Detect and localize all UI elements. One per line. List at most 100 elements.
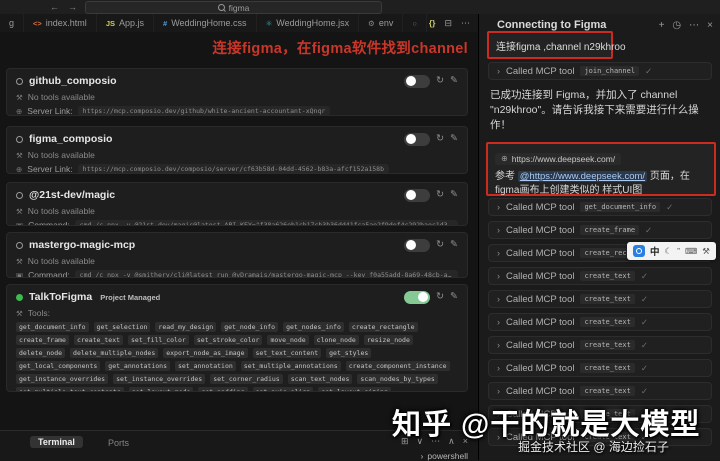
new-chat-icon[interactable]: + (659, 20, 665, 31)
braces-icon[interactable]: {} (429, 18, 436, 28)
tab-weddinghome-css[interactable]: # WeddingHome.css (154, 14, 257, 32)
edit-icon[interactable]: ✎ (450, 76, 458, 86)
tool-chip[interactable]: clone_node (313, 335, 359, 345)
server-link-url[interactable]: https://mcp.composio.dev/github/white-an… (77, 106, 331, 115)
assistant-reply: 已成功连接到 Figma，并加入了 channel "n29khroo"。请告诉… (490, 89, 699, 131)
tool-chip[interactable]: get_nodes_info (283, 322, 344, 332)
mcp-tool-call-row[interactable]: › Called MCP tool create_text ✓ (488, 336, 712, 354)
tab-index-html[interactable]: <> index.html (24, 14, 97, 32)
tool-name-chip: create_frame (580, 225, 640, 235)
mcp-tool-call-row[interactable]: › Called MCP tool get_document_info ✓ (488, 198, 712, 216)
tab-env[interactable]: ⚙ env (359, 14, 404, 32)
tab-ports[interactable]: Ports (108, 438, 129, 448)
mcp-tool-call-row[interactable]: › Called MCP tool create_text ✓ (488, 290, 712, 308)
edit-icon[interactable]: ✎ (450, 134, 458, 144)
ime-wrench-icon[interactable]: ⚒ (702, 247, 710, 256)
history-icon[interactable]: ◷ (672, 20, 681, 31)
server-toggle[interactable] (404, 74, 431, 88)
back-icon[interactable]: ← (50, 1, 59, 13)
tool-chip[interactable]: set_text_content (252, 348, 322, 358)
mcp-tool-call-row[interactable]: › Called MCP tool create_frame ✓ (488, 221, 712, 239)
server-toggle[interactable] (404, 290, 431, 304)
tool-chip[interactable]: create_frame (16, 335, 69, 345)
tool-chip[interactable]: delete_node (16, 348, 66, 358)
command-text[interactable]: cmd /c npx -y @21st-dev/magic@latest API… (74, 220, 458, 225)
tool-chip[interactable]: set_stroke_color (193, 335, 263, 345)
server-toggle[interactable] (404, 132, 431, 146)
link-chip[interactable]: ⊕ https://www.deepseek.com/ (495, 152, 622, 165)
close-icon[interactable]: × (707, 20, 713, 31)
check-icon: ✓ (640, 293, 648, 304)
tool-chip[interactable]: get_annotations (105, 361, 170, 371)
tool-chip[interactable]: set_corner_radius (210, 374, 283, 384)
more-icon[interactable]: ⋯ (689, 20, 699, 31)
edit-icon[interactable]: ✎ (450, 240, 458, 250)
search-input[interactable]: figma (85, 1, 382, 14)
refresh-icon[interactable]: ↻ (436, 134, 444, 144)
ime-keyboard-icon[interactable]: ⌨ (685, 247, 697, 256)
chevron-right-icon: › (497, 202, 500, 212)
refresh-icon[interactable]: ↻ (436, 292, 444, 302)
refresh-icon[interactable]: ↻ (436, 240, 444, 250)
refresh-icon[interactable]: ↻ (436, 190, 444, 200)
tool-chip[interactable]: set_instance_overrides (113, 374, 206, 384)
tab-circle-icon[interactable]: ○ (403, 14, 427, 32)
tool-chip[interactable]: set_multiple_annotations (240, 361, 341, 371)
ime-quote-icon[interactable]: ” (677, 247, 680, 256)
check-icon: ✓ (640, 316, 648, 327)
tab-label: WeddingHome.jsx (276, 18, 350, 28)
command-text[interactable]: cmd /c npx -y @smithery/cli@latest run @… (74, 270, 458, 277)
tool-chip[interactable]: set_layout_mode (128, 387, 194, 391)
mcp-tool-call-row[interactable]: › Called MCP tool create_text ✓ (488, 382, 712, 400)
tool-chip[interactable]: set_fill_color (128, 335, 189, 345)
tool-chip[interactable]: delete_multiple_nodes (70, 348, 159, 358)
mcp-tool-call-row[interactable]: › Called MCP tool join_channel ✓ (488, 62, 712, 80)
check-icon: ✓ (640, 270, 648, 281)
titlebar: ← → figma (0, 0, 720, 15)
server-link-url[interactable]: https://mcp.composio.dev/composio/server… (77, 164, 389, 173)
tool-chip[interactable]: export_node_as_image (163, 348, 248, 358)
search-value: figma (228, 2, 250, 13)
command-icon: ▣ (16, 270, 24, 278)
inline-link[interactable]: @https://www.deepseek.com/ (517, 171, 648, 182)
tab-weddinghome-jsx[interactable]: ⚛ WeddingHome.jsx (257, 14, 360, 32)
server-toggle[interactable] (404, 188, 431, 202)
mcp-tool-call-row[interactable]: › Called MCP tool create_text ✓ (488, 359, 712, 377)
tab-terminal[interactable]: Terminal (30, 436, 83, 448)
tool-chip[interactable]: set_multiple_text_contents (16, 387, 124, 391)
mcp-server-card-github-composio: github_composio ↻ ✎ ⚒ No tools available… (6, 68, 468, 116)
split-editor-icon[interactable]: ⊟ (444, 18, 452, 29)
edit-icon[interactable]: ✎ (450, 292, 458, 302)
tools-status: No tools available (27, 92, 95, 102)
tool-chip[interactable]: read_my_design (155, 322, 217, 332)
tool-chip[interactable]: get_local_components (16, 361, 101, 371)
tool-chip[interactable]: set_layout_sizing (318, 387, 391, 391)
tool-chip[interactable]: set_annotation (174, 361, 236, 371)
tool-chip[interactable]: get_node_info (221, 322, 279, 332)
mcp-tool-call-row[interactable]: › Called MCP tool create_text ✓ (488, 267, 712, 285)
tool-chip[interactable]: get_selection (93, 322, 151, 332)
refresh-icon[interactable]: ↻ (436, 76, 444, 86)
mcp-tool-call-row[interactable]: › Called MCP tool create_text ✓ (488, 313, 712, 331)
tool-chip[interactable]: get_styles (326, 348, 372, 358)
ime-mode-icon[interactable] (633, 245, 645, 257)
tool-chip[interactable]: set_axis_align (252, 387, 314, 391)
tool-chip[interactable]: move_node (267, 335, 309, 345)
tab-truncated[interactable]: g (0, 14, 25, 32)
more-actions-icon[interactable]: ⋯ (461, 18, 470, 29)
ime-cn-icon[interactable]: 中 (650, 244, 660, 258)
tool-chip[interactable]: resize_node (363, 335, 413, 345)
tool-chip[interactable]: create_text (73, 335, 124, 345)
tool-chip[interactable]: scan_text_nodes (287, 374, 353, 384)
tool-chip[interactable]: get_instance_overrides (16, 374, 109, 384)
edit-icon[interactable]: ✎ (450, 190, 458, 200)
tab-app-js[interactable]: JS App.js (97, 14, 155, 32)
tool-chip[interactable]: scan_nodes_by_types (357, 374, 438, 384)
tool-chip[interactable]: create_rectangle (348, 322, 418, 332)
tool-chip[interactable]: create_component_instance (345, 361, 450, 371)
ime-moon-icon[interactable]: ☾ (665, 247, 673, 256)
tool-chip[interactable]: set_padding (198, 387, 248, 391)
server-toggle[interactable] (404, 238, 431, 252)
forward-icon[interactable]: → (68, 1, 77, 13)
tool-chip[interactable]: get_document_info (16, 322, 89, 332)
